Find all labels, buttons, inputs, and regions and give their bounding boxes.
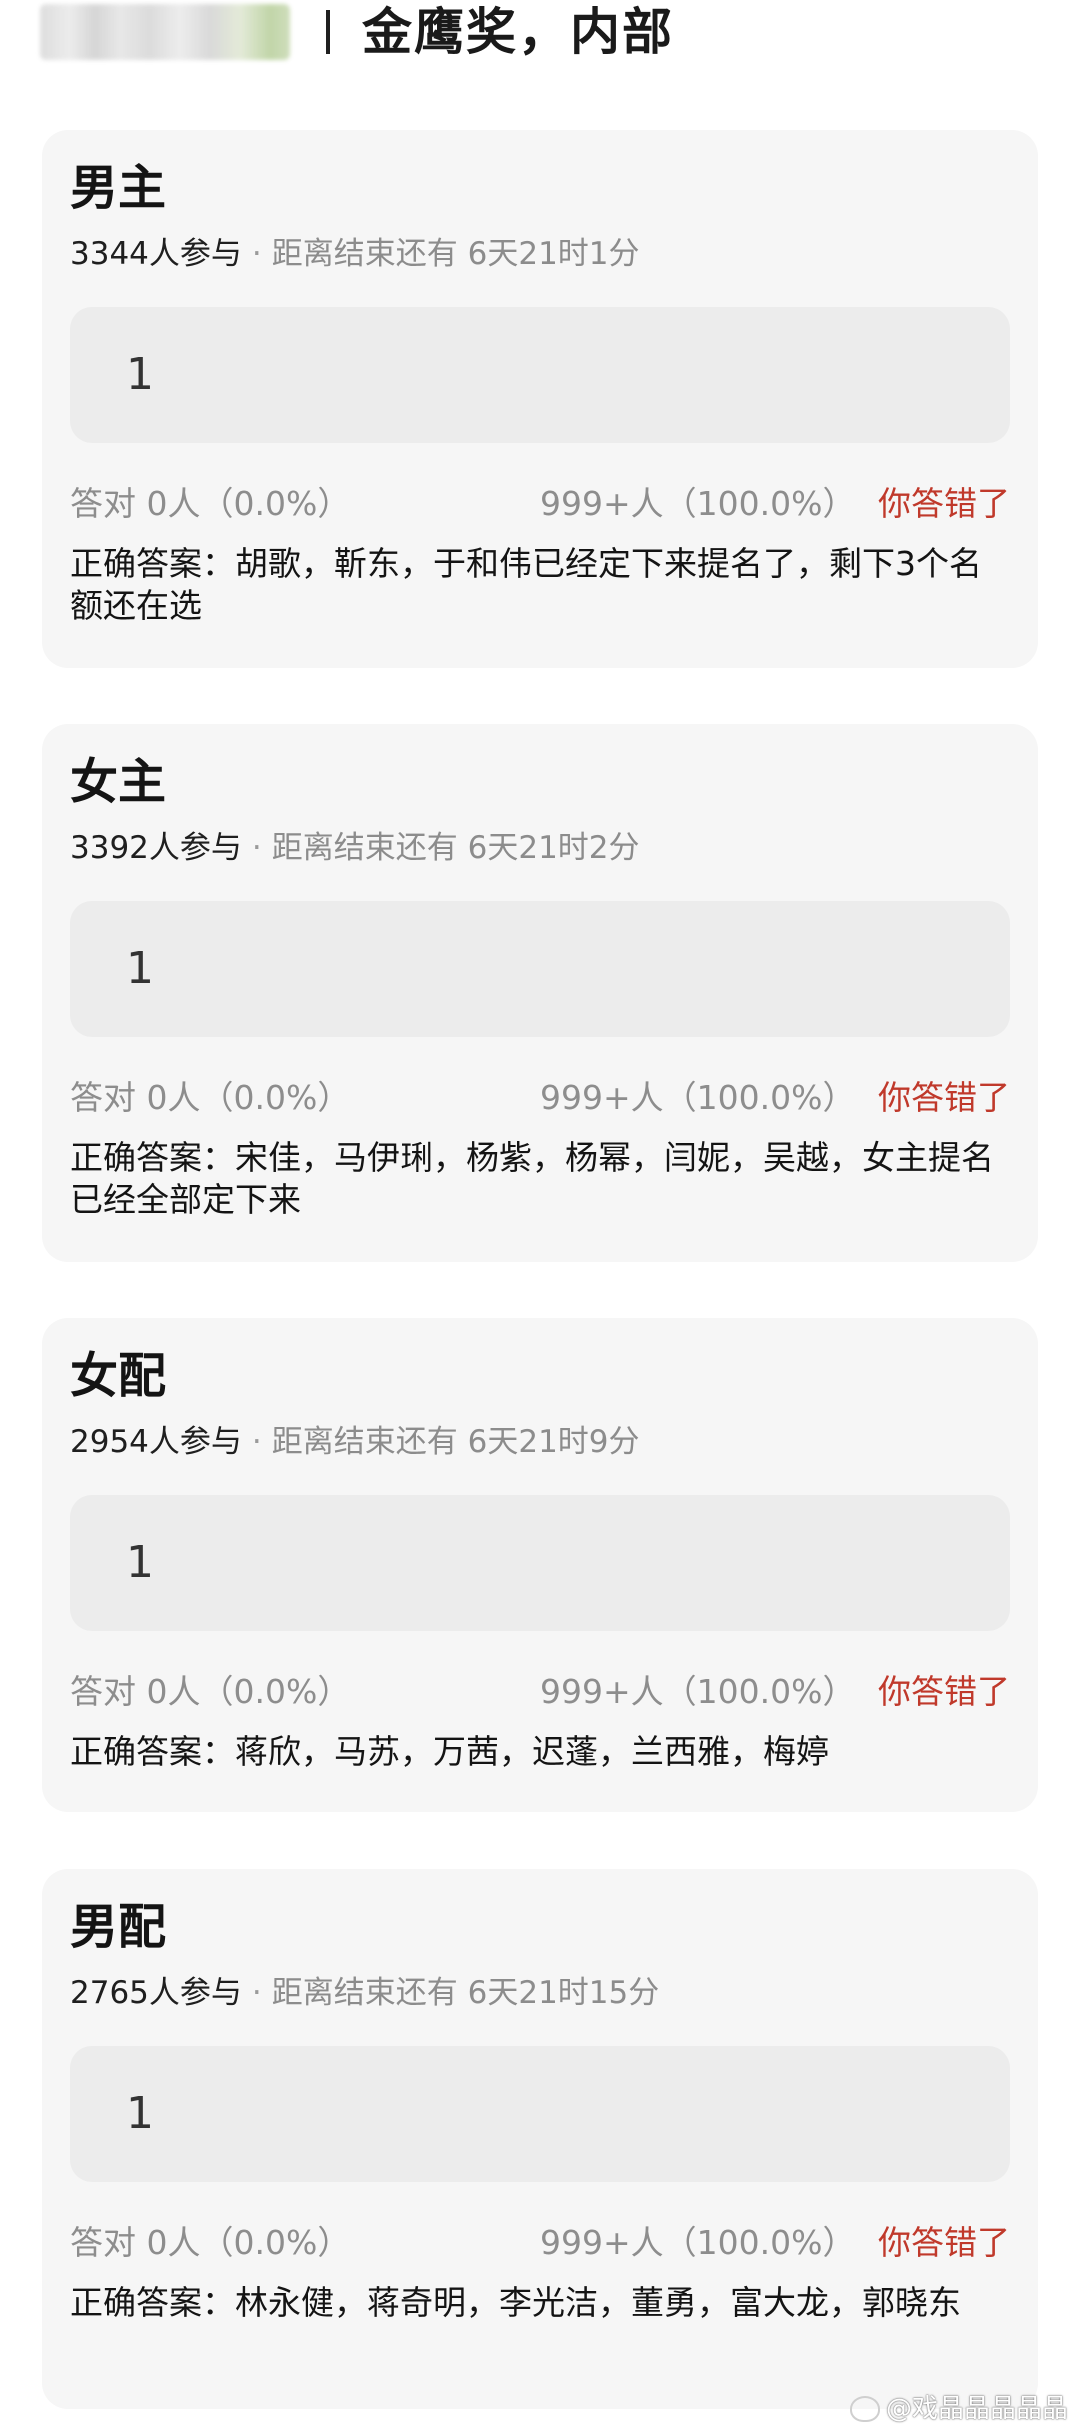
- card-meta: 3392人参与 · 距离结束还有 6天21时2分: [70, 828, 640, 868]
- countdown-text: 距离结束还有 6天21时1分: [271, 236, 640, 272]
- stats-row: 答对 0人（0.0%） 999+人（100.0%） 你答错了: [70, 1670, 1010, 1714]
- quiz-card-lead-actress: 女主 3392人参与 · 距离结束还有 6天21时2分 1 答对 0人（0.0%） …: [42, 724, 1038, 1262]
- result-badge: 你答错了: [878, 1672, 1010, 1711]
- result-badge: 你答错了: [878, 1078, 1010, 1117]
- answer-text: 1: [126, 1537, 154, 1588]
- answer-option[interactable]: 1: [70, 1495, 1010, 1631]
- correct-stat: 答对 0人（0.0%）: [70, 1078, 351, 1117]
- answer-text: 1: [126, 943, 154, 994]
- participant-count: 3392人参与: [70, 830, 242, 866]
- wrong-stat: 999+人（100.0%）: [540, 2223, 856, 2262]
- correct-answer: 正确答案：胡歌，靳东，于和伟已经定下来提名了，剩下3个名额还在选: [70, 544, 982, 625]
- answer-text: 1: [126, 2088, 154, 2139]
- watermark: @戏晶晶晶晶晶: [849, 2392, 1068, 2426]
- page-title: 金鹰奖，内部: [362, 3, 674, 61]
- meta-separator: ·: [251, 236, 262, 272]
- participant-count: 2765人参与: [70, 1975, 242, 2011]
- title-divider: [326, 10, 330, 54]
- correct-stat: 答对 0人（0.0%）: [70, 2223, 351, 2262]
- countdown-text: 距离结束还有 6天21时2分: [271, 830, 640, 866]
- meta-separator: ·: [251, 1975, 262, 2011]
- quiz-card-supporting-actress: 女配 2954人参与 · 距离结束还有 6天21时9分 1 答对 0人（0.0%） …: [42, 1318, 1038, 1812]
- meta-separator: ·: [251, 830, 262, 866]
- watermark-text: @戏晶晶晶晶晶: [885, 2394, 1068, 2424]
- answer-option[interactable]: 1: [70, 901, 1010, 1037]
- quiz-card-supporting-actor: 男配 2765人参与 · 距离结束还有 6天21时15分 1 答对 0人（0.0%）…: [42, 1869, 1038, 2409]
- wrong-stat: 999+人（100.0%）: [540, 1078, 856, 1117]
- stats-row: 答对 0人（0.0%） 999+人（100.0%） 你答错了: [70, 2221, 1010, 2265]
- countdown-text: 距离结束还有 6天21时15分: [271, 1975, 660, 2011]
- blurred-avatar: [40, 4, 290, 60]
- card-meta: 2954人参与 · 距离结束还有 6天21时9分: [70, 1422, 640, 1462]
- stats-row: 答对 0人（0.0%） 999+人（100.0%） 你答错了: [70, 482, 1010, 526]
- card-title: 女配: [70, 1348, 167, 1404]
- card-title: 女主: [70, 754, 167, 810]
- participant-count: 3344人参与: [70, 236, 242, 272]
- correct-answer: 正确答案：宋佳，马伊琍，杨紫，杨幂，闫妮，吴越，女主提名已经全部定下来: [70, 1138, 994, 1219]
- correct-answer: 正确答案：林永健，蒋奇明，李光洁，董勇，富大龙，郭晓东: [70, 2283, 961, 2322]
- answer-text: 1: [126, 349, 154, 400]
- wrong-stat: 999+人（100.0%）: [540, 1672, 856, 1711]
- page-header: 金鹰奖，内部: [0, 0, 1080, 90]
- card-title: 男主: [70, 160, 167, 216]
- card-title: 男配: [70, 1899, 167, 1955]
- answer-option[interactable]: 1: [70, 307, 1010, 443]
- correct-stat: 答对 0人（0.0%）: [70, 1672, 351, 1711]
- meta-separator: ·: [251, 1424, 262, 1460]
- correct-answer: 正确答案：蒋欣，马苏，万茜，迟蓬，兰西雅，梅婷: [70, 1732, 829, 1771]
- result-badge: 你答错了: [878, 484, 1010, 523]
- weibo-icon: [849, 2396, 880, 2422]
- quiz-card-lead-actor: 男主 3344人参与 · 距离结束还有 6天21时1分 1 答对 0人（0.0%） …: [42, 130, 1038, 668]
- participant-count: 2954人参与: [70, 1424, 242, 1460]
- answer-option[interactable]: 1: [70, 2046, 1010, 2182]
- card-meta: 3344人参与 · 距离结束还有 6天21时1分: [70, 234, 640, 274]
- correct-stat: 答对 0人（0.0%）: [70, 484, 351, 523]
- wrong-stat: 999+人（100.0%）: [540, 484, 856, 523]
- result-badge: 你答错了: [878, 2223, 1010, 2262]
- stats-row: 答对 0人（0.0%） 999+人（100.0%） 你答错了: [70, 1076, 1010, 1120]
- countdown-text: 距离结束还有 6天21时9分: [271, 1424, 640, 1460]
- card-meta: 2765人参与 · 距离结束还有 6天21时15分: [70, 1973, 659, 2013]
